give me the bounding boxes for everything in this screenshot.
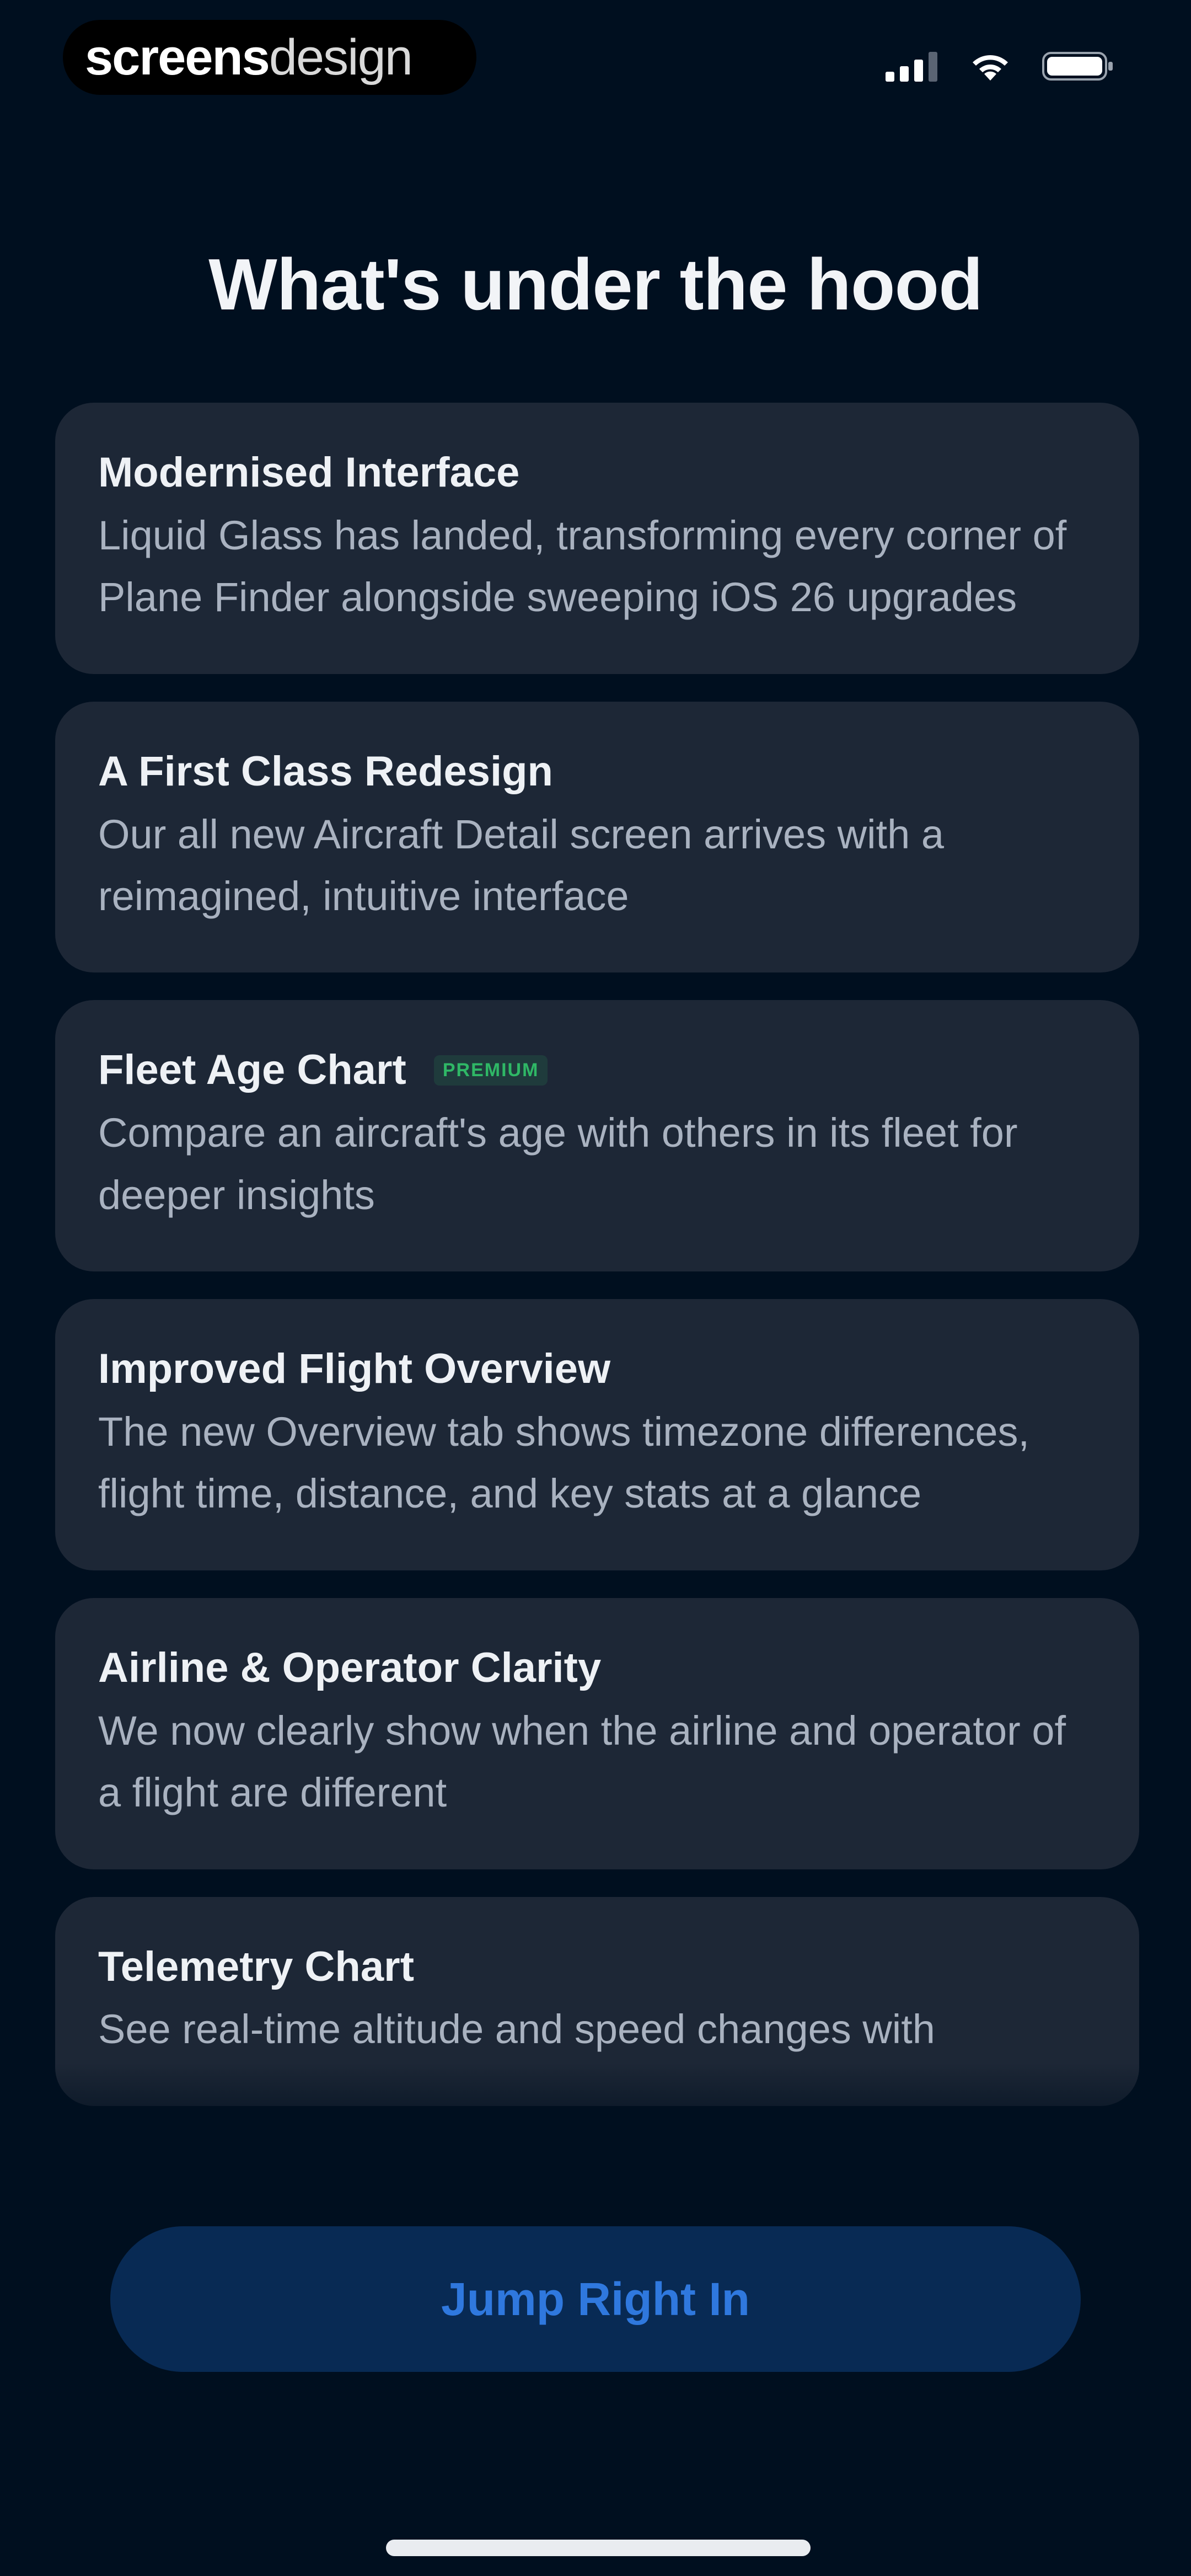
feature-title: A First Class Redesign — [98, 747, 553, 795]
brand-strong: screens — [85, 29, 270, 85]
brand-watermark: screensdesign — [63, 20, 476, 95]
premium-badge: PREMIUM — [433, 1055, 548, 1086]
feature-title: Telemetry Chart — [98, 1943, 415, 1990]
feature-title-row: Telemetry Chart — [98, 1940, 1097, 1995]
feature-description: We now clearly show when the airline and… — [98, 1707, 1066, 1816]
feature-card-first-class-redesign: A First Class Redesign Our all new Aircr… — [55, 701, 1139, 973]
feature-description: Liquid Glass has landed, transforming ev… — [98, 512, 1067, 621]
feature-card-airline-operator-clarity: Airline & Operator Clarity We now clearl… — [55, 1597, 1139, 1869]
whats-new-screen: screensdesign What's under the hood Mode… — [0, 0, 1191, 2576]
feature-description: Our all new Aircraft Detail screen arriv… — [98, 811, 944, 919]
feature-card-modernised-interface: Modernised Interface Liquid Glass has la… — [55, 403, 1139, 674]
wifi-icon — [969, 51, 1011, 82]
feature-title-row: Fleet Age Chart PREMIUM — [98, 1043, 1097, 1098]
feature-description: See real-time altitude and speed changes… — [98, 2006, 935, 2053]
feature-title: Fleet Age Chart — [98, 1046, 406, 1094]
feature-card-fleet-age-chart: Fleet Age Chart PREMIUM Compare an aircr… — [55, 1000, 1139, 1272]
feature-description: The new Overview tab shows timezone diff… — [98, 1409, 1030, 1517]
brand-logo-text: screensdesign — [85, 29, 413, 87]
jump-right-in-button[interactable]: Jump Right In — [110, 2226, 1081, 2372]
feature-card-improved-flight-overview: Improved Flight Overview The new Overvie… — [55, 1299, 1139, 1570]
feature-title-row: A First Class Redesign — [98, 745, 1097, 799]
feature-title-row: Airline & Operator Clarity — [98, 1641, 1097, 1696]
feature-card-telemetry-chart: Telemetry Chart See real-time altitude a… — [55, 1896, 1139, 2106]
feature-list-scroll[interactable]: Modernised Interface Liquid Glass has la… — [55, 403, 1139, 2129]
feature-list: Modernised Interface Liquid Glass has la… — [55, 403, 1139, 2106]
feature-title-row: Modernised Interface — [98, 446, 1097, 500]
battery-icon — [1042, 50, 1114, 83]
feature-description: Compare an aircraft's age with others in… — [98, 1110, 1018, 1218]
feature-title-row: Improved Flight Overview — [98, 1342, 1097, 1397]
feature-title: Modernised Interface — [98, 449, 520, 496]
cellular-signal-icon — [886, 51, 938, 82]
feature-title: Airline & Operator Clarity — [98, 1644, 602, 1691]
page-title: What's under the hood — [208, 244, 983, 325]
status-bar-icons — [886, 50, 1114, 83]
brand-light: design — [269, 29, 413, 85]
feature-title: Improved Flight Overview — [98, 1345, 611, 1393]
home-indicator[interactable] — [386, 2540, 811, 2556]
